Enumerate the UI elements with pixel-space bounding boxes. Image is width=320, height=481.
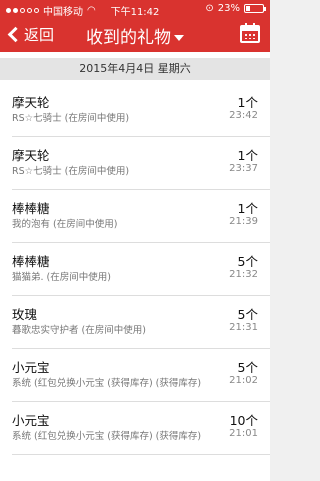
gift-name: 摩天轮	[12, 148, 50, 163]
gift-sender: 系统 (红包兑换小元宝 (获得库存) (获得库存)	[12, 378, 202, 389]
gift-row[interactable]: 棒棒糖 猫猫弟. (在房间中使用) 5个 21:32	[12, 243, 270, 296]
gift-count: 1个	[237, 201, 258, 216]
gift-count: 5个	[237, 360, 258, 375]
gift-sender: 我的泡有 (在房间中使用)	[12, 219, 118, 230]
battery-percent: 23%	[217, 3, 240, 14]
battery-icon	[244, 4, 266, 13]
gift-sender: 暮歌忠实守护者 (在房间中使用)	[12, 325, 146, 336]
status-bar: 中国移动 ◠ 下午11:42 ⊙ 23%	[0, 0, 270, 18]
battery-fill	[246, 6, 250, 11]
rotation-lock-icon: ⊙	[205, 3, 214, 14]
gifts-screen: 中国移动 ◠ 下午11:42 ⊙ 23% 返回 收到的礼物 2015年4月4日 …	[0, 0, 270, 481]
gift-time: 23:42	[229, 110, 258, 121]
status-right: ⊙ 23%	[205, 3, 266, 14]
header: 中国移动 ◠ 下午11:42 ⊙ 23% 返回 收到的礼物	[0, 0, 270, 52]
gift-time: 21:02	[229, 375, 258, 386]
gift-count: 5个	[237, 307, 258, 322]
gift-sender: RS☆七骑士 (在房间中使用)	[12, 113, 130, 124]
gift-sender: 猫猫弟. (在房间中使用)	[12, 272, 111, 283]
gift-row[interactable]: 摩天轮 RS☆七骑士 (在房间中使用) 1个 23:37	[12, 137, 270, 190]
gift-time: 21:31	[229, 322, 258, 333]
calendar-grid	[244, 33, 256, 39]
page-title-text: 收到的礼物	[86, 28, 171, 48]
gift-row[interactable]: 玫瑰 暮歌忠实守护者 (在房间中使用) 5个 21:31	[12, 296, 270, 349]
gift-row[interactable]: 摩天轮 RS☆七骑士 (在房间中使用) 1个 23:42	[12, 84, 270, 137]
gift-name: 摩天轮	[12, 95, 50, 110]
gift-count: 5个	[237, 254, 258, 269]
gift-row[interactable]: 小元宝 系统 (红包兑换小元宝 (获得库存) (获得库存) 5个 21:02	[12, 349, 270, 402]
gift-row[interactable]: 棒棒糖 我的泡有 (在房间中使用) 1个 21:39	[12, 190, 270, 243]
gift-name: 小元宝	[12, 360, 50, 375]
gift-count: 1个	[237, 95, 258, 110]
gift-sender: 系统 (红包兑换小元宝 (获得库存) (获得库存)	[12, 431, 202, 442]
gift-name: 小元宝	[12, 413, 50, 428]
gift-name: 玫瑰	[12, 307, 38, 322]
gift-name: 棒棒糖	[12, 201, 50, 216]
gift-count: 1个	[237, 148, 258, 163]
gift-time: 21:32	[229, 269, 258, 280]
gift-list: 摩天轮 RS☆七骑士 (在房间中使用) 1个 23:42 摩天轮 RS☆七骑士 …	[0, 84, 270, 455]
gift-time: 21:39	[229, 216, 258, 227]
gift-time: 23:37	[229, 163, 258, 174]
calendar-button[interactable]	[240, 23, 260, 43]
caret-down-icon	[174, 35, 184, 41]
gift-count: 10个	[229, 413, 258, 428]
calendar-icon	[242, 27, 258, 31]
gift-name: 棒棒糖	[12, 254, 50, 269]
date-header: 2015年4月4日 星期六	[0, 58, 270, 80]
gift-time: 21:01	[229, 428, 258, 439]
page-title[interactable]: 收到的礼物	[0, 23, 270, 48]
gift-row[interactable]: 小元宝 系统 (红包兑换小元宝 (获得库存) (获得库存) 10个 21:01	[12, 402, 270, 455]
gift-sender: RS☆七骑士 (在房间中使用)	[12, 166, 130, 177]
navigation-bar: 返回 收到的礼物	[0, 18, 270, 52]
